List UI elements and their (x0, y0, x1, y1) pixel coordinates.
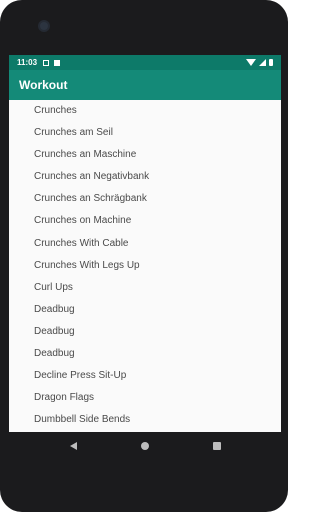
status-bar: 11:03 (9, 55, 281, 70)
list-item[interactable]: Crunches am Seil (9, 122, 281, 144)
list-item[interactable]: Deadbug (9, 299, 281, 321)
battery-icon (269, 59, 273, 66)
home-icon[interactable] (140, 441, 149, 450)
exercise-list: Crunches Crunches am Seil Crunches an Ma… (9, 100, 281, 431)
device-frame: 11:03 Workout Crunches Crunches am Seil … (0, 0, 288, 512)
screen: 11:03 Workout Crunches Crunches am Seil … (9, 55, 281, 459)
list-item[interactable]: Crunches on Machine (9, 210, 281, 232)
status-icons (246, 59, 273, 66)
status-time: 11:03 (17, 58, 38, 67)
page-title: Workout (19, 78, 68, 92)
sd-card-icon (54, 59, 61, 66)
camera-icon (40, 22, 48, 30)
list-item[interactable]: Crunches an Negativbank (9, 166, 281, 188)
signal-icon (259, 59, 266, 66)
list-item[interactable]: Curl Ups (9, 277, 281, 299)
navigation-bar (9, 432, 281, 459)
list-item[interactable]: Crunches an Schrägbank (9, 188, 281, 210)
list-item[interactable]: Crunches With Legs Up (9, 255, 281, 277)
notification-icon (43, 59, 50, 66)
list-item[interactable]: Crunches an Maschine (9, 144, 281, 166)
wifi-icon (246, 59, 256, 66)
list-item[interactable]: Crunches With Cable (9, 233, 281, 255)
list-item[interactable]: Crunches (9, 100, 281, 122)
back-icon[interactable] (69, 441, 77, 450)
recents-icon[interactable] (212, 441, 221, 450)
list-item[interactable]: Dumbbell Side Bends (9, 409, 281, 431)
list-item[interactable]: Deadbug (9, 343, 281, 365)
list-item[interactable]: Dragon Flags (9, 387, 281, 409)
app-bar: Workout (9, 70, 281, 100)
list-item[interactable]: Deadbug (9, 321, 281, 343)
list-item[interactable]: Decline Press Sit-Up (9, 365, 281, 387)
